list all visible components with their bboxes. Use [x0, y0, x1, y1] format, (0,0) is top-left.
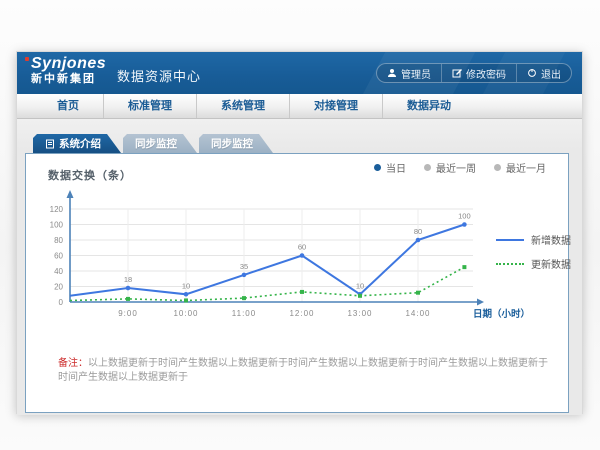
logo-subtitle: 新中新集团	[31, 74, 106, 86]
chart-svg: 0 20 40 60 80 100 120 9:00 10:00 11:00 12:00 13:00 1…	[32, 184, 532, 334]
svg-text:120: 120	[50, 205, 64, 214]
legend-line-sample	[496, 263, 524, 265]
legend-label: 新增数据	[531, 232, 571, 247]
legend-line-sample	[496, 239, 524, 241]
footnote-text: 以上数据更新于时间产生数据以上数据更新于时间产生数据以上数据更新于时间产生数据以…	[58, 358, 548, 383]
user-menu-item-1[interactable]: 修改密码	[441, 64, 516, 82]
user-menu-label: 管理员	[401, 66, 431, 81]
user-menu-label: 退出	[541, 66, 561, 81]
svg-text:18: 18	[124, 275, 132, 284]
range-filter-label: 最近一月	[506, 160, 546, 175]
svg-text:20: 20	[54, 282, 63, 291]
brand-logo: Synjones 新中新集团	[31, 56, 106, 85]
svg-text:10: 10	[182, 281, 190, 290]
chart-panel: 当日 最近一周 最近一月 数据交换（条） 0 20 40 60 80 100 120 9:00 10…	[25, 153, 569, 413]
legend-label: 更新数据	[531, 256, 571, 271]
svg-text:80: 80	[54, 236, 63, 245]
svg-text:14:00: 14:00	[405, 309, 430, 318]
nav-item-1[interactable]: 标准管理	[103, 94, 196, 118]
svg-text:35: 35	[240, 262, 248, 271]
tab-0[interactable]: 系统介绍	[33, 134, 121, 153]
svg-text:100: 100	[50, 220, 64, 229]
logo-accent-dot	[25, 57, 29, 61]
app-header: Synjones 新中新集团 数据资源中心 管理员 修改密码 退出	[17, 52, 582, 94]
legend-item-0[interactable]: 新增数据	[496, 232, 571, 247]
tab-1[interactable]: 同步监控	[123, 134, 197, 153]
logo-text: Synjones	[31, 56, 106, 73]
range-filter-group: 当日 最近一周 最近一月	[374, 160, 546, 175]
footnote-label: 备注：	[58, 358, 88, 369]
main-nav: 首页标准管理系统管理对接管理数据异动	[17, 94, 582, 119]
radio-icon	[374, 164, 381, 171]
user-menu: 管理员 修改密码 退出	[376, 63, 572, 83]
radio-icon	[424, 164, 431, 171]
svg-text:9:00: 9:00	[118, 309, 138, 318]
series-legend: 新增数据更新数据	[496, 232, 571, 271]
legend-item-1[interactable]: 更新数据	[496, 256, 571, 271]
power-icon	[527, 68, 537, 78]
user-menu-item-2[interactable]: 退出	[516, 64, 571, 82]
user-menu-item-0[interactable]: 管理员	[377, 64, 441, 82]
range-filter-0[interactable]: 当日	[374, 160, 406, 175]
content-area: 系统介绍 同步监控 同步监控 当日 最近一周 最近一月 数据交换（条） 0 20 40 60 8…	[17, 119, 582, 415]
chart-y-axis-title: 数据交换（条）	[48, 167, 132, 183]
svg-text:10:00: 10:00	[173, 309, 198, 318]
range-filter-1[interactable]: 最近一周	[424, 160, 476, 175]
tab-bar: 系统介绍 同步监控 同步监控	[33, 134, 275, 153]
svg-text:40: 40	[54, 267, 63, 276]
nav-item-0[interactable]: 首页	[33, 94, 103, 118]
svg-text:10: 10	[356, 281, 364, 290]
range-filter-label: 当日	[386, 160, 406, 175]
radio-icon	[494, 164, 501, 171]
nav-item-2[interactable]: 系统管理	[196, 94, 289, 118]
nav-item-3[interactable]: 对接管理	[289, 94, 382, 118]
svg-text:11:00: 11:00	[232, 309, 256, 318]
user-menu-label: 修改密码	[466, 66, 506, 81]
tab-label: 同步监控	[211, 136, 253, 151]
svg-text:0: 0	[59, 298, 64, 307]
doc-icon	[45, 139, 55, 149]
footnote: 备注：以上数据更新于时间产生数据以上数据更新于时间产生数据以上数据更新于时间产生…	[58, 357, 550, 385]
edit-icon	[452, 68, 462, 78]
tab-label: 系统介绍	[59, 136, 101, 151]
page-title: 数据资源中心	[117, 66, 201, 85]
nav-item-4[interactable]: 数据异动	[382, 94, 475, 118]
svg-text:60: 60	[54, 251, 63, 260]
svg-text:13:00: 13:00	[347, 309, 372, 318]
range-filter-label: 最近一周	[436, 160, 476, 175]
user-icon	[387, 68, 397, 78]
svg-text:60: 60	[298, 243, 306, 252]
svg-text:80: 80	[414, 227, 422, 236]
svg-text:12:00: 12:00	[289, 309, 314, 318]
line-chart: 0 20 40 60 80 100 120 9:00 10:00 11:00 12:00 13:00 1…	[32, 184, 532, 334]
app-window: Synjones 新中新集团 数据资源中心 管理员修改密码退出 首页标准管理系统…	[16, 51, 583, 414]
tab-label: 同步监控	[135, 136, 177, 151]
svg-text:100: 100	[458, 212, 471, 221]
svg-text:日期（小时）: 日期（小时）	[473, 308, 530, 320]
tab-2[interactable]: 同步监控	[199, 134, 273, 153]
range-filter-2[interactable]: 最近一月	[494, 160, 546, 175]
